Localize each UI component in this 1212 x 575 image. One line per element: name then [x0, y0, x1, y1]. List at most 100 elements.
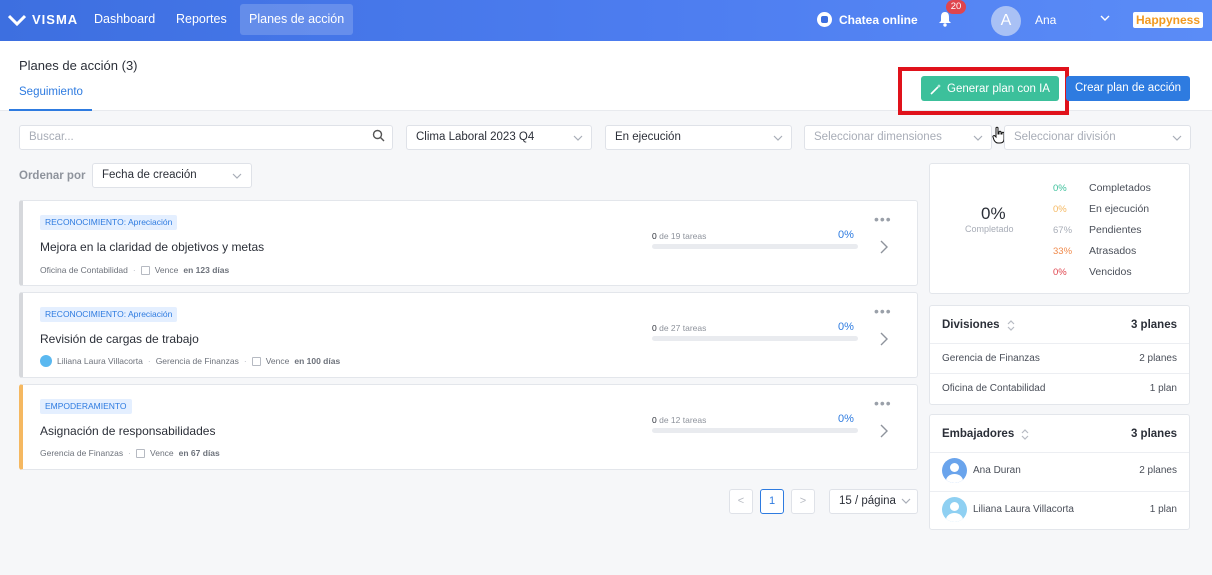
search-input[interactable]: Buscar...: [19, 125, 393, 150]
divisions-total: 3 planes: [1130, 319, 1177, 331]
division-row-count: 1 plan: [1149, 383, 1177, 394]
create-action-plan-button[interactable]: Crear plan de acción: [1066, 76, 1190, 101]
page-title: Planes de acción (3): [19, 58, 138, 73]
division-select[interactable]: Seleccionar división: [1004, 125, 1191, 150]
nav-reportes[interactable]: Reportes: [167, 4, 236, 35]
plan-due-prefix: Vence: [265, 356, 290, 366]
plan-due: en 67 días: [178, 448, 220, 458]
plan-card[interactable]: EMPODERAMIENTO Asignación de responsabil…: [19, 384, 918, 470]
plan-card[interactable]: RECONOCIMIENTO: Apreciación Revisión de …: [19, 292, 918, 378]
nav-dashboard[interactable]: Dashboard: [85, 4, 164, 35]
plan-due-prefix: Vence: [154, 265, 179, 275]
plan-tasks-done: 0: [652, 415, 657, 425]
chevron-right-icon[interactable]: [879, 240, 889, 254]
calendar-icon: [251, 356, 261, 366]
plan-division: Gerencia de Finanzas: [155, 356, 239, 366]
plan-tasks-total: de 12 tareas: [659, 415, 707, 425]
divider: [930, 343, 1189, 344]
search-icon[interactable]: [372, 129, 385, 142]
pagination-page-1[interactable]: 1: [760, 489, 784, 514]
happyness-logo[interactable]: Happyness: [1133, 12, 1204, 28]
chevron-right-icon[interactable]: [879, 424, 889, 438]
survey-select[interactable]: Clima Laboral 2023 Q4: [406, 125, 592, 150]
dimensions-select-placeholder: Seleccionar dimensiones: [814, 131, 942, 143]
ambassador-row[interactable]: Liliana Laura Villacorta: [942, 497, 1074, 522]
ambassadors-total: 3 planes: [1130, 428, 1177, 440]
visma-logo[interactable]: VISMA: [8, 12, 78, 27]
calendar-icon: [136, 448, 146, 458]
page-size-select[interactable]: 15 / página: [829, 489, 918, 514]
stat-completados-label: Completados: [1089, 182, 1151, 194]
chevron-down-icon: [232, 173, 242, 179]
owner-avatar: [40, 355, 52, 367]
divisions-header[interactable]: Divisiones: [942, 319, 1015, 331]
chevron-down-icon[interactable]: [1099, 12, 1111, 24]
summary-panel: 0% Completado 0% Completados 0% En ejecu…: [929, 163, 1190, 294]
plan-progress-bar: [652, 336, 858, 341]
stat-pendientes-pct: 67%: [1053, 225, 1073, 236]
plan-due: en 100 días: [294, 356, 341, 366]
plan-division: Oficina de Contabilidad: [40, 265, 128, 275]
more-options-icon[interactable]: •••: [874, 303, 892, 319]
dimensions-select[interactable]: Seleccionar dimensiones: [804, 125, 992, 150]
plan-due: en 123 días: [183, 265, 230, 275]
plan-meta: Gerencia de Finanzas · Vence en 67 días: [40, 448, 220, 458]
plan-tag: RECONOCIMIENTO: Apreciación: [40, 307, 178, 322]
status-select-value: En ejecución: [615, 131, 681, 143]
order-by-select[interactable]: Fecha de creación: [92, 163, 252, 188]
plan-tasks-done: 0: [652, 231, 657, 241]
plan-tasks-total: de 27 tareas: [659, 323, 707, 333]
chevron-down-icon: [573, 135, 583, 141]
plan-card[interactable]: RECONOCIMIENTO: Apreciación Mejora en la…: [19, 200, 918, 286]
chevron-down-icon: [1172, 135, 1182, 141]
plan-progress-bar: [652, 428, 858, 433]
ambassador-count: 1 plan: [1149, 504, 1177, 515]
nav-planes-de-accion[interactable]: Planes de acción: [240, 4, 354, 35]
more-options-icon[interactable]: •••: [874, 395, 892, 411]
ambassador-name: Ana Duran: [973, 465, 1021, 476]
stat-en-ejecucion-pct: 0%: [1053, 204, 1067, 215]
sort-icon[interactable]: [1021, 428, 1029, 440]
plan-progress-percent: 0%: [838, 229, 854, 241]
plan-title[interactable]: Mejora en la claridad de objetivos y met…: [40, 240, 264, 254]
plan-title[interactable]: Asignación de responsabilidades: [40, 424, 215, 438]
plan-tasks: 0 de 12 tareas: [652, 415, 706, 425]
order-by-label: Ordenar por: [19, 170, 86, 182]
user-name[interactable]: Ana: [1035, 13, 1056, 27]
division-row-count: 2 planes: [1139, 353, 1177, 364]
pagination-prev-button[interactable]: <: [729, 489, 753, 514]
division-row-name[interactable]: Oficina de Contabilidad: [942, 383, 1045, 394]
calendar-icon: [140, 265, 150, 275]
chevron-down-icon: [901, 498, 911, 504]
order-by-value: Fecha de creación: [102, 169, 197, 181]
plan-progress-percent: 0%: [838, 413, 854, 425]
tab-seguimiento[interactable]: Seguimiento: [19, 86, 83, 98]
divider: [930, 491, 1189, 492]
plan-progress-bar: [652, 244, 858, 249]
stat-atrasados-label: Atrasados: [1089, 245, 1137, 257]
chat-online-button[interactable]: Chatea online: [817, 12, 918, 27]
sort-icon[interactable]: [1007, 319, 1015, 331]
ambassador-row[interactable]: Ana Duran: [942, 458, 1021, 483]
plan-meta: Liliana Laura Villacorta · Gerencia de F…: [40, 355, 340, 367]
division-row-name[interactable]: Gerencia de Finanzas: [942, 353, 1040, 364]
notification-badge: 20: [946, 0, 966, 14]
ambassadors-title: Embajadores: [942, 428, 1015, 440]
generate-ai-plan-button[interactable]: Generar plan con IA: [921, 76, 1059, 101]
plan-title[interactable]: Revisión de cargas de trabajo: [40, 332, 199, 346]
stat-vencidos-pct: 0%: [1053, 267, 1067, 278]
more-options-icon[interactable]: •••: [874, 211, 892, 227]
page-size-value: 15 / página: [839, 495, 896, 507]
plan-tasks: 0 de 19 tareas: [652, 231, 706, 241]
plan-tasks: 0 de 27 tareas: [652, 323, 706, 333]
plan-owner: Liliana Laura Villacorta: [57, 356, 143, 366]
ambassador-count: 2 planes: [1139, 465, 1177, 476]
ambassadors-header[interactable]: Embajadores: [942, 428, 1029, 440]
pagination-next-button[interactable]: >: [791, 489, 815, 514]
chevron-right-icon[interactable]: [879, 332, 889, 346]
stat-en-ejecucion-label: En ejecución: [1089, 203, 1150, 215]
plan-tag: RECONOCIMIENTO: Apreciación: [40, 215, 178, 230]
status-select[interactable]: En ejecución: [605, 125, 792, 150]
user-avatar[interactable]: A: [991, 6, 1021, 36]
page-header: Planes de acción (3) Seguimiento Generar…: [0, 41, 1212, 144]
